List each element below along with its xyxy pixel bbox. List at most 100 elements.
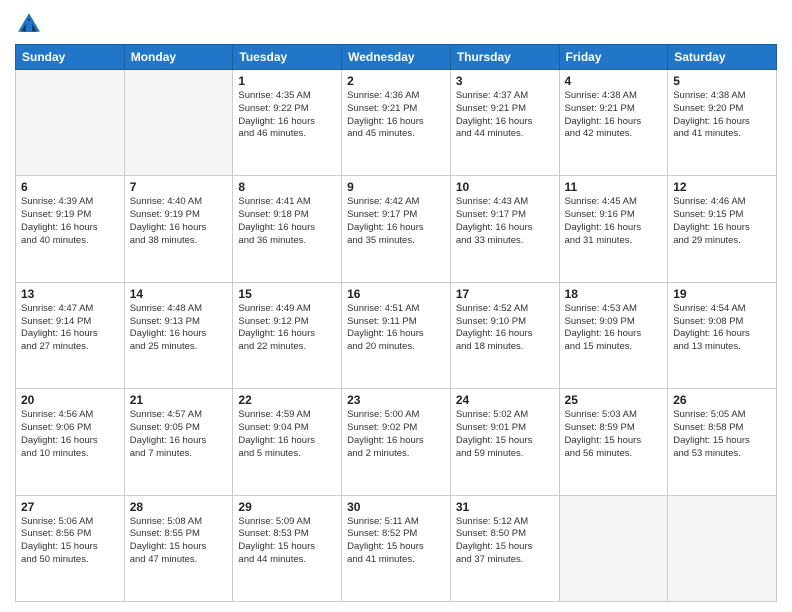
calendar-cell — [124, 70, 233, 176]
day-number: 1 — [238, 74, 336, 88]
calendar-cell: 6 Sunrise: 4:39 AM Sunset: 9:19 PM Daylig… — [16, 176, 125, 282]
calendar-cell: 8 Sunrise: 4:41 AM Sunset: 9:18 PM Daylig… — [233, 176, 342, 282]
day-info: Sunrise: 4:45 AM Sunset: 9:16 PM Dayligh… — [565, 196, 663, 247]
week-row-4: 20 Sunrise: 4:56 AM Sunset: 9:06 PM Dayli… — [16, 389, 777, 495]
day-number: 21 — [130, 393, 228, 407]
header-cell-tuesday: Tuesday — [233, 45, 342, 70]
header-cell-thursday: Thursday — [450, 45, 559, 70]
day-info: Sunrise: 5:12 AM Sunset: 8:50 PM Dayligh… — [456, 516, 554, 567]
day-info: Sunrise: 4:43 AM Sunset: 9:17 PM Dayligh… — [456, 196, 554, 247]
day-info: Sunrise: 4:53 AM Sunset: 9:09 PM Dayligh… — [565, 303, 663, 354]
day-number: 10 — [456, 180, 554, 194]
day-number: 9 — [347, 180, 445, 194]
calendar-table: SundayMondayTuesdayWednesdayThursdayFrid… — [15, 44, 777, 602]
day-info: Sunrise: 4:36 AM Sunset: 9:21 PM Dayligh… — [347, 90, 445, 141]
week-row-5: 27 Sunrise: 5:06 AM Sunset: 8:56 PM Dayli… — [16, 495, 777, 601]
calendar-cell: 29 Sunrise: 5:09 AM Sunset: 8:53 PM Dayli… — [233, 495, 342, 601]
day-info: Sunrise: 5:08 AM Sunset: 8:55 PM Dayligh… — [130, 516, 228, 567]
day-number: 28 — [130, 500, 228, 514]
calendar-cell — [16, 70, 125, 176]
week-row-3: 13 Sunrise: 4:47 AM Sunset: 9:14 PM Dayli… — [16, 282, 777, 388]
calendar-cell: 12 Sunrise: 4:46 AM Sunset: 9:15 PM Dayli… — [668, 176, 777, 282]
calendar-cell: 10 Sunrise: 4:43 AM Sunset: 9:17 PM Dayli… — [450, 176, 559, 282]
calendar-cell: 26 Sunrise: 5:05 AM Sunset: 8:58 PM Dayli… — [668, 389, 777, 495]
calendar-cell: 3 Sunrise: 4:37 AM Sunset: 9:21 PM Daylig… — [450, 70, 559, 176]
header — [15, 10, 777, 38]
day-number: 7 — [130, 180, 228, 194]
day-number: 20 — [21, 393, 119, 407]
day-info: Sunrise: 4:51 AM Sunset: 9:11 PM Dayligh… — [347, 303, 445, 354]
day-number: 3 — [456, 74, 554, 88]
day-number: 13 — [21, 287, 119, 301]
week-row-1: 1 Sunrise: 4:35 AM Sunset: 9:22 PM Daylig… — [16, 70, 777, 176]
calendar-cell: 16 Sunrise: 4:51 AM Sunset: 9:11 PM Dayli… — [342, 282, 451, 388]
header-cell-saturday: Saturday — [668, 45, 777, 70]
calendar-cell: 18 Sunrise: 4:53 AM Sunset: 9:09 PM Dayli… — [559, 282, 668, 388]
day-info: Sunrise: 4:48 AM Sunset: 9:13 PM Dayligh… — [130, 303, 228, 354]
day-info: Sunrise: 4:35 AM Sunset: 9:22 PM Dayligh… — [238, 90, 336, 141]
calendar-cell: 7 Sunrise: 4:40 AM Sunset: 9:19 PM Daylig… — [124, 176, 233, 282]
day-number: 14 — [130, 287, 228, 301]
day-info: Sunrise: 4:41 AM Sunset: 9:18 PM Dayligh… — [238, 196, 336, 247]
day-number: 5 — [673, 74, 771, 88]
calendar-cell: 23 Sunrise: 5:00 AM Sunset: 9:02 PM Dayli… — [342, 389, 451, 495]
day-info: Sunrise: 4:37 AM Sunset: 9:21 PM Dayligh… — [456, 90, 554, 141]
calendar-cell — [668, 495, 777, 601]
week-row-2: 6 Sunrise: 4:39 AM Sunset: 9:19 PM Daylig… — [16, 176, 777, 282]
day-info: Sunrise: 4:42 AM Sunset: 9:17 PM Dayligh… — [347, 196, 445, 247]
day-info: Sunrise: 5:06 AM Sunset: 8:56 PM Dayligh… — [21, 516, 119, 567]
calendar-cell: 11 Sunrise: 4:45 AM Sunset: 9:16 PM Dayli… — [559, 176, 668, 282]
day-number: 27 — [21, 500, 119, 514]
day-number: 30 — [347, 500, 445, 514]
calendar-cell: 25 Sunrise: 5:03 AM Sunset: 8:59 PM Dayli… — [559, 389, 668, 495]
day-info: Sunrise: 4:40 AM Sunset: 9:19 PM Dayligh… — [130, 196, 228, 247]
day-number: 2 — [347, 74, 445, 88]
day-info: Sunrise: 4:54 AM Sunset: 9:08 PM Dayligh… — [673, 303, 771, 354]
calendar-cell: 2 Sunrise: 4:36 AM Sunset: 9:21 PM Daylig… — [342, 70, 451, 176]
day-info: Sunrise: 4:38 AM Sunset: 9:21 PM Dayligh… — [565, 90, 663, 141]
logo-icon — [15, 10, 43, 38]
day-number: 26 — [673, 393, 771, 407]
day-number: 6 — [21, 180, 119, 194]
day-number: 22 — [238, 393, 336, 407]
calendar-cell: 22Sunrise: 4:59 AM Sunset: 9:04 PM Dayli… — [233, 389, 342, 495]
day-info: Sunrise: 5:05 AM Sunset: 8:58 PM Dayligh… — [673, 409, 771, 460]
day-info: Sunrise: 4:39 AM Sunset: 9:19 PM Dayligh… — [21, 196, 119, 247]
calendar-body: 1 Sunrise: 4:35 AM Sunset: 9:22 PM Daylig… — [16, 70, 777, 602]
calendar-cell: 24 Sunrise: 5:02 AM Sunset: 9:01 PM Dayli… — [450, 389, 559, 495]
calendar-cell: 15 Sunrise: 4:49 AM Sunset: 9:12 PM Dayli… — [233, 282, 342, 388]
day-info: Sunrise: 4:49 AM Sunset: 9:12 PM Dayligh… — [238, 303, 336, 354]
day-number: 17 — [456, 287, 554, 301]
day-number: 16 — [347, 287, 445, 301]
day-number: 24 — [456, 393, 554, 407]
day-number: 18 — [565, 287, 663, 301]
day-info: Sunrise: 5:00 AM Sunset: 9:02 PM Dayligh… — [347, 409, 445, 460]
day-info: Sunrise: 5:03 AM Sunset: 8:59 PM Dayligh… — [565, 409, 663, 460]
day-number: 25 — [565, 393, 663, 407]
day-number: 23 — [347, 393, 445, 407]
day-number: 8 — [238, 180, 336, 194]
day-number: 15 — [238, 287, 336, 301]
day-info: Sunrise: 4:46 AM Sunset: 9:15 PM Dayligh… — [673, 196, 771, 247]
day-info: Sunrise: 4:47 AM Sunset: 9:14 PM Dayligh… — [21, 303, 119, 354]
day-info: Sunrise: 5:02 AM Sunset: 9:01 PM Dayligh… — [456, 409, 554, 460]
day-info: Sunrise: 5:09 AM Sunset: 8:53 PM Dayligh… — [238, 516, 336, 567]
calendar-cell: 5Sunrise: 4:38 AM Sunset: 9:20 PM Daylig… — [668, 70, 777, 176]
calendar-cell: 27 Sunrise: 5:06 AM Sunset: 8:56 PM Dayli… — [16, 495, 125, 601]
calendar-header: SundayMondayTuesdayWednesdayThursdayFrid… — [16, 45, 777, 70]
day-info: Sunrise: 4:56 AM Sunset: 9:06 PM Dayligh… — [21, 409, 119, 460]
calendar-cell: 19Sunrise: 4:54 AM Sunset: 9:08 PM Dayli… — [668, 282, 777, 388]
day-info: Sunrise: 5:11 AM Sunset: 8:52 PM Dayligh… — [347, 516, 445, 567]
day-number: 11 — [565, 180, 663, 194]
calendar-cell: 30 Sunrise: 5:11 AM Sunset: 8:52 PM Dayli… — [342, 495, 451, 601]
calendar-cell: 17Sunrise: 4:52 AM Sunset: 9:10 PM Dayli… — [450, 282, 559, 388]
calendar-cell: 9 Sunrise: 4:42 AM Sunset: 9:17 PM Daylig… — [342, 176, 451, 282]
header-row: SundayMondayTuesdayWednesdayThursdayFrid… — [16, 45, 777, 70]
calendar-cell: 31Sunrise: 5:12 AM Sunset: 8:50 PM Dayli… — [450, 495, 559, 601]
header-cell-friday: Friday — [559, 45, 668, 70]
header-cell-wednesday: Wednesday — [342, 45, 451, 70]
logo — [15, 10, 47, 38]
day-number: 12 — [673, 180, 771, 194]
day-number: 29 — [238, 500, 336, 514]
calendar-cell: 4Sunrise: 4:38 AM Sunset: 9:21 PM Daylig… — [559, 70, 668, 176]
